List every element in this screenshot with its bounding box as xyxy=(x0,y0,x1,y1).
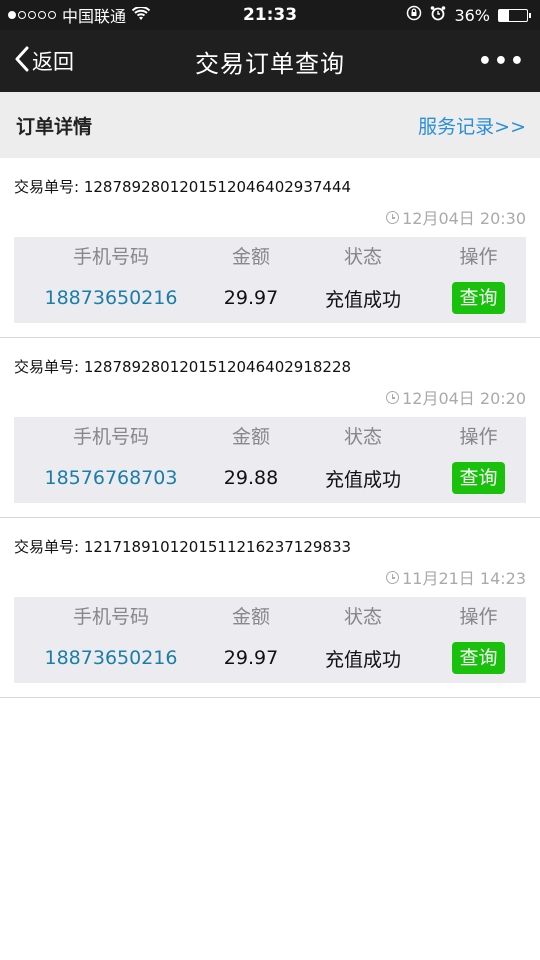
amount-value: 29.88 xyxy=(223,467,279,489)
header-action: 操作 xyxy=(459,425,498,448)
phone-number[interactable]: 18576768703 xyxy=(14,453,208,503)
signal-dot xyxy=(28,11,36,19)
signal-dot xyxy=(8,11,16,19)
more-menu-button[interactable]: ••• xyxy=(478,49,526,74)
battery-icon xyxy=(498,8,531,22)
status-left: 中国联通 xyxy=(8,3,151,27)
header-status: 状态 xyxy=(343,605,382,628)
order-card: 交易单号: 1287892801201512046402937444 12月04… xyxy=(0,158,540,338)
back-label: 返回 xyxy=(32,50,74,74)
order-info-table: 手机号码 金额 状态 操作 18873650216 29.97 充值成功 查询 xyxy=(14,597,526,683)
service-records-link[interactable]: 服务记录>> xyxy=(418,112,526,139)
order-time-text: 12月04日 20:30 xyxy=(402,209,526,228)
carrier-name: 中国联通 xyxy=(62,7,127,26)
order-info-table: 手机号码 金额 状态 操作 18576768703 29.88 充值成功 查询 xyxy=(14,417,526,503)
order-time: 12月04日 20:20 xyxy=(14,385,526,409)
header-status: 状态 xyxy=(343,425,382,448)
signal-dot xyxy=(38,11,46,19)
header-action: 操作 xyxy=(459,245,498,268)
wifi-icon xyxy=(131,5,151,25)
action-cell: 查询 xyxy=(432,453,525,503)
order-time-text: 11月21日 14:23 xyxy=(402,569,526,588)
order-details-header: 订单详情 服务记录>> xyxy=(0,92,540,158)
clock-icon xyxy=(386,210,400,224)
clock-icon xyxy=(386,390,400,404)
status-value: 充值成功 xyxy=(324,648,401,671)
clock-icon xyxy=(386,570,400,584)
order-list: 交易单号: 1287892801201512046402937444 12月04… xyxy=(0,158,540,698)
header-amount: 金额 xyxy=(231,425,270,448)
order-number: 交易单号: 1217189101201511216237129833 xyxy=(14,538,352,556)
header-amount: 金额 xyxy=(231,605,270,628)
order-time: 12月04日 20:30 xyxy=(14,205,526,229)
query-button[interactable]: 查询 xyxy=(452,281,505,315)
status-value: 充值成功 xyxy=(324,468,401,491)
chevron-left-icon xyxy=(14,46,30,77)
status-bar: 中国联通 21:33 36% xyxy=(0,0,540,30)
status-value: 充值成功 xyxy=(324,288,401,311)
order-number: 交易单号: 1287892801201512046402918228 xyxy=(14,358,352,376)
signal-dot xyxy=(48,11,56,19)
phone-number[interactable]: 18873650216 xyxy=(14,633,208,683)
order-info-table: 手机号码 金额 状态 操作 18873650216 29.97 充值成功 查询 xyxy=(14,237,526,323)
header-status: 状态 xyxy=(343,245,382,268)
battery-level xyxy=(499,9,510,21)
order-card: 交易单号: 1287892801201512046402918228 12月04… xyxy=(0,338,540,518)
header-phone: 手机号码 xyxy=(72,245,149,268)
order-time-text: 12月04日 20:20 xyxy=(402,389,526,408)
rotation-lock-icon xyxy=(406,5,422,25)
signal-dot xyxy=(18,11,26,19)
header-action: 操作 xyxy=(459,605,498,628)
battery-percent: 36% xyxy=(454,5,490,25)
action-cell: 查询 xyxy=(432,633,525,683)
phone-number[interactable]: 18873650216 xyxy=(14,273,208,323)
order-time: 11月21日 14:23 xyxy=(14,565,526,589)
query-button[interactable]: 查询 xyxy=(452,461,505,495)
query-button[interactable]: 查询 xyxy=(452,641,505,675)
nav-bar: 返回 交易订单查询 ••• xyxy=(0,30,540,92)
action-cell: 查询 xyxy=(432,273,525,323)
order-card: 交易单号: 1217189101201511216237129833 11月21… xyxy=(0,518,540,698)
section-title: 订单详情 xyxy=(16,115,93,138)
alarm-icon xyxy=(430,5,446,25)
header-phone: 手机号码 xyxy=(72,605,149,628)
status-right: 36% xyxy=(406,5,531,25)
status-time: 21:33 xyxy=(242,5,298,25)
order-number: 交易单号: 1287892801201512046402937444 xyxy=(14,178,352,196)
page-title: 交易订单查询 xyxy=(195,49,345,78)
back-button[interactable]: 返回 xyxy=(14,46,74,77)
amount-value: 29.97 xyxy=(223,287,279,309)
header-phone: 手机号码 xyxy=(72,425,149,448)
more-icon: ••• xyxy=(477,48,526,74)
signal-strength-icon xyxy=(8,11,56,19)
amount-value: 29.97 xyxy=(223,647,279,669)
header-amount: 金额 xyxy=(231,245,270,268)
